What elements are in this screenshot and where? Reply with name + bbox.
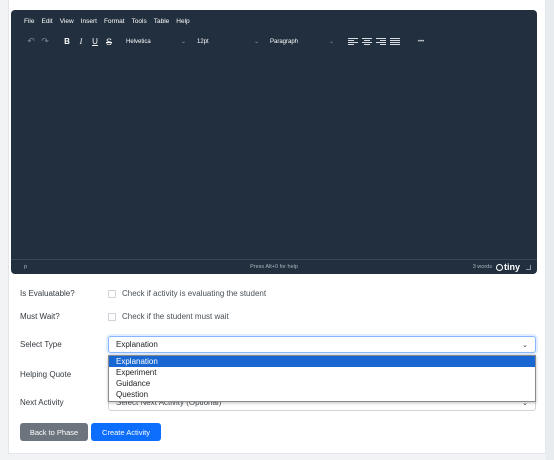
must-wait-row: Must Wait? Check if the student must wai…	[20, 312, 536, 321]
type-options-list: Explanation Experiment Guidance Question	[108, 355, 536, 402]
rich-text-editor: File Edit View Insert Format Tools Table…	[11, 10, 537, 274]
chevron-down-icon: ⌄	[522, 341, 528, 349]
font-size-select[interactable]: 12pt ⌄	[193, 35, 263, 48]
editor-content-area[interactable]	[11, 52, 537, 258]
element-path[interactable]: p	[24, 264, 27, 270]
must-wait-check-text[interactable]: Check if the student must wait	[122, 312, 229, 321]
menu-insert[interactable]: Insert	[81, 18, 97, 25]
helping-quote-label: Helping Quote	[20, 370, 72, 379]
create-activity-button[interactable]: Create Activity	[91, 423, 161, 441]
must-wait-checkbox[interactable]	[108, 312, 116, 321]
strikethrough-icon[interactable]: S	[102, 37, 116, 47]
menu-format[interactable]: Format	[104, 18, 125, 25]
back-to-phase-button[interactable]: Back to Phase	[20, 423, 88, 441]
select-type-label: Select Type	[20, 340, 62, 349]
menu-file[interactable]: File	[24, 18, 34, 25]
option-guidance[interactable]: Guidance	[109, 378, 535, 389]
editor-statusbar: p Press Alt+0 for help 3 words tiny	[11, 259, 537, 274]
select-type-value: Explanation	[116, 340, 158, 349]
select-type-dropdown[interactable]: Explanation ⌄	[108, 336, 536, 353]
evaluatable-checkbox[interactable]	[108, 289, 116, 298]
must-wait-label: Must Wait?	[20, 312, 60, 321]
font-family-select[interactable]: Helvetica ⌄	[122, 35, 190, 48]
italic-icon[interactable]: I	[74, 37, 88, 46]
editor-toolbar: ↶ ↷ B I U S Helvetica ⌄ 12pt ⌄ Paragraph…	[11, 32, 537, 51]
next-activity-label: Next Activity	[20, 398, 64, 407]
font-family-value: Helvetica	[126, 38, 151, 45]
chevron-down-icon: ⌄	[328, 39, 334, 45]
redo-icon[interactable]: ↷	[38, 36, 52, 47]
undo-icon[interactable]: ↶	[24, 36, 38, 47]
underline-icon[interactable]: U	[88, 37, 102, 46]
editor-menubar: File Edit View Insert Format Tools Table…	[11, 10, 537, 32]
block-format-select[interactable]: Paragraph ⌄	[266, 35, 338, 48]
chevron-down-icon: ⌄	[180, 39, 186, 45]
menu-tools[interactable]: Tools	[132, 18, 147, 25]
word-count[interactable]: 3 words	[473, 264, 492, 270]
align-left-icon[interactable]	[346, 37, 360, 47]
align-justify-icon[interactable]	[388, 37, 402, 47]
align-right-icon[interactable]	[374, 37, 388, 47]
resize-handle-icon[interactable]	[526, 264, 531, 270]
bold-icon[interactable]: B	[60, 37, 74, 46]
option-explanation[interactable]: Explanation	[109, 356, 535, 367]
tiny-logo[interactable]: tiny	[495, 262, 520, 272]
evaluatable-row: Is Evaluatable? Check if activity is eva…	[20, 289, 536, 298]
font-size-value: 12pt	[197, 38, 209, 45]
evaluatable-label: Is Evaluatable?	[20, 289, 75, 298]
option-experiment[interactable]: Experiment	[109, 367, 535, 378]
menu-help[interactable]: Help	[176, 18, 189, 25]
tiny-brand-text: tiny	[503, 262, 520, 272]
help-hint: Press Alt+0 for help	[250, 264, 298, 270]
menu-table[interactable]: Table	[154, 18, 170, 25]
chevron-down-icon: ⌄	[253, 39, 259, 45]
block-format-value: Paragraph	[270, 38, 299, 45]
evaluatable-check-text[interactable]: Check if activity is evaluating the stud…	[122, 289, 266, 298]
page-gutter	[546, 0, 554, 460]
tiny-ring-icon	[495, 263, 503, 271]
menu-edit[interactable]: Edit	[41, 18, 52, 25]
option-question[interactable]: Question	[109, 389, 535, 400]
more-options-icon[interactable]: •••	[412, 39, 430, 45]
align-center-icon[interactable]	[360, 37, 374, 47]
menu-view[interactable]: View	[60, 18, 74, 25]
